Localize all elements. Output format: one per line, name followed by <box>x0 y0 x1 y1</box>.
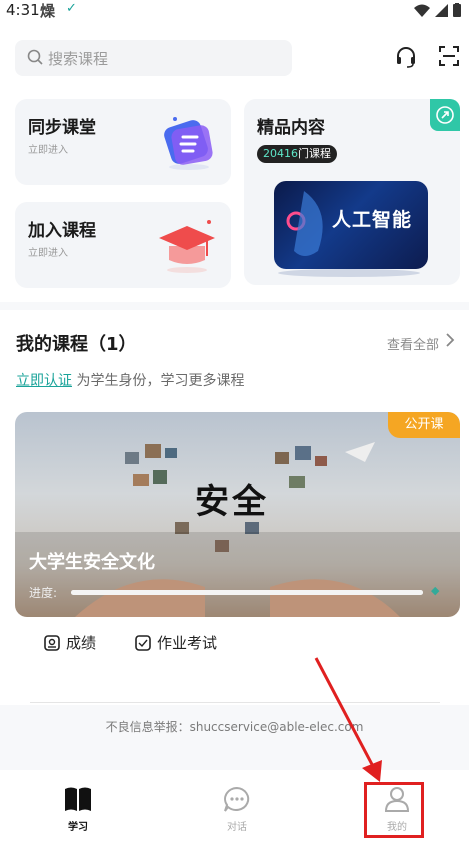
exam-label: 作业考试 <box>157 634 218 652</box>
join-course-card[interactable]: 加入课程 立即进入 <box>15 202 231 288</box>
progress-fill <box>71 590 423 595</box>
annotation-arrow <box>314 657 382 782</box>
tab-chat-label: 对话 <box>227 822 247 833</box>
scan-icon[interactable] <box>439 46 459 66</box>
battery-icon <box>453 3 461 17</box>
ai-course-banner[interactable]: 人工智能 <box>274 181 428 269</box>
home-top: 搜索课程 同步课堂 立即进入 加入课程 立即进入 精品内容 20416门课程 人… <box>0 22 469 302</box>
status-bar: 4:31 燥 ✓ <box>0 0 469 22</box>
report-info: 不良信息举报：shuccservice@able-elec.com <box>105 720 364 734</box>
search-icon <box>27 49 43 65</box>
verify-prompt: 立即认证 为学生身份，学习更多课程 <box>16 370 244 390</box>
course-count-badge: 20416门课程 <box>257 145 337 163</box>
tab-study-label: 学习 <box>68 822 88 833</box>
exam-icon <box>135 634 151 651</box>
course-count: 20416 <box>263 147 298 160</box>
search-placeholder: 搜索课程 <box>48 50 109 68</box>
grade-icon <box>44 634 60 651</box>
progress-label: 进度: <box>29 586 58 600</box>
premium-content-card[interactable]: 精品内容 20416门课程 人工智能 <box>244 99 460 285</box>
join-course-sub: 立即进入 <box>28 248 68 259</box>
corner-arrow-tag[interactable] <box>430 99 460 131</box>
ai-face-graphic <box>286 191 323 256</box>
sync-classroom-icon <box>164 117 213 170</box>
book-icon <box>65 787 91 811</box>
ai-banner-text: 人工智能 <box>332 209 413 231</box>
signal-icon <box>435 3 448 17</box>
chat-icon <box>224 786 250 812</box>
arrow-up-right-icon <box>436 106 454 124</box>
headset-icon[interactable] <box>395 46 417 68</box>
course-cover-word: 安全 <box>195 482 269 522</box>
grades-button[interactable]: 成绩 <box>44 632 96 653</box>
verify-text: 为学生身份，学习更多课程 <box>76 373 245 389</box>
sync-classroom-sub: 立即进入 <box>28 145 68 156</box>
course-card[interactable]: 公开课 安全 大学生安全文化 进度: ◆ <box>15 412 460 617</box>
progress-end-icon: ◆ <box>431 584 440 597</box>
view-all-link[interactable]: 查看全部 <box>387 334 439 353</box>
course-count-suffix: 门课程 <box>298 147 331 160</box>
my-courses-section: 我的课程（1） 查看全部 立即认证 为学生身份，学习更多课程 公开课 安全 大学… <box>0 310 469 705</box>
exam-button[interactable]: 作业考试 <box>135 632 217 653</box>
chevron-right-icon[interactable] <box>445 332 455 348</box>
join-course-title: 加入课程 <box>28 221 96 241</box>
sync-classroom-card[interactable]: 同步课堂 立即进入 <box>15 99 231 185</box>
sync-classroom-title: 同步课堂 <box>28 118 96 138</box>
my-courses-title: 我的课程（1） <box>16 334 137 355</box>
flame-icon: 燥 <box>40 2 56 20</box>
annotation-highlight-box <box>364 782 424 838</box>
wifi-icon <box>414 4 430 17</box>
search-input[interactable]: 搜索课程 <box>15 40 292 76</box>
verify-link[interactable]: 立即认证 <box>16 373 72 389</box>
graduation-cap-icon <box>159 220 215 273</box>
course-name: 大学生安全文化 <box>29 552 155 573</box>
grades-label: 成绩 <box>66 634 97 652</box>
ai-banner-base <box>278 269 420 277</box>
tab-study[interactable]: 学习 <box>48 786 108 833</box>
tab-chat[interactable]: 对话 <box>207 786 267 833</box>
status-time: 4:31 <box>6 1 40 19</box>
progress-bar <box>71 590 423 595</box>
public-course-tag: 公开课 <box>388 412 460 438</box>
premium-content-title: 精品内容 <box>257 118 325 138</box>
check-icon: ✓ <box>66 1 77 16</box>
status-icons <box>414 3 461 17</box>
